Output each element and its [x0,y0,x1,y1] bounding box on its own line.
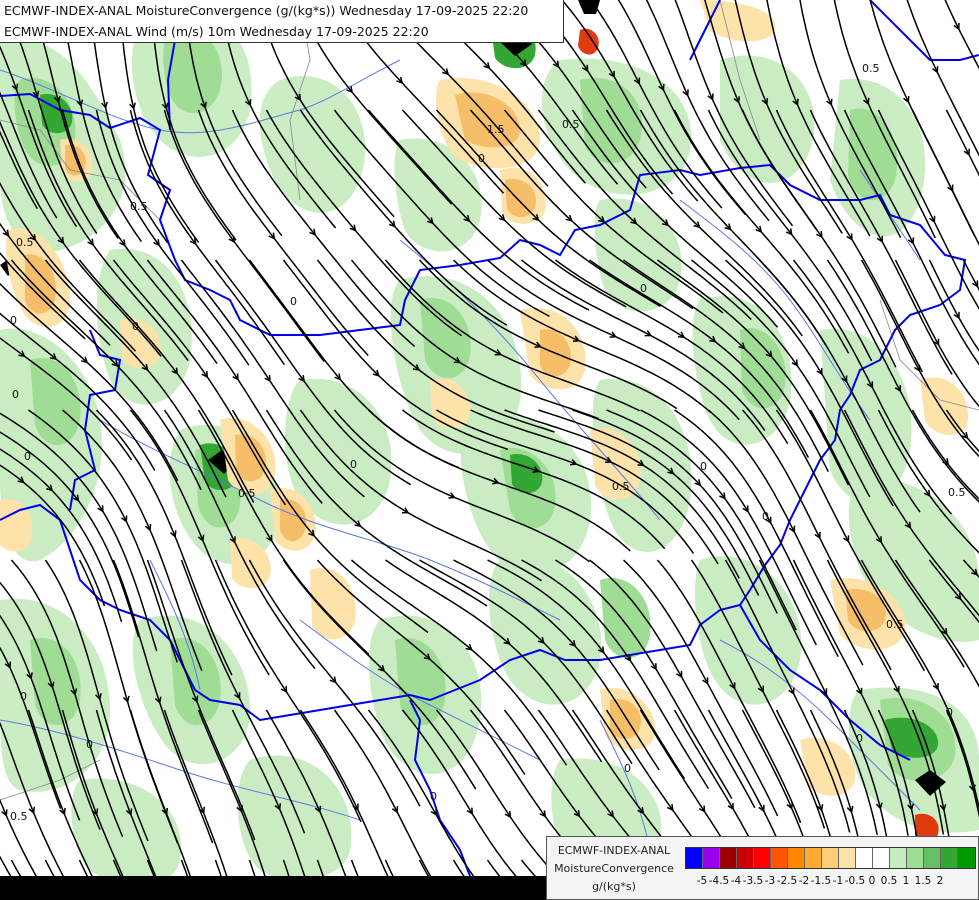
contour-label: 1.5 [487,123,505,136]
legend-tick-label: -4.5 [708,875,730,887]
contour-label: 0 [478,152,485,165]
legend-swatch [788,848,805,868]
legend-tick-label: -3.5 [742,875,764,887]
contour-label: 0 [290,295,297,308]
title-moisture-convergence: ECMWF-INDEX-ANAL MoistureConvergence (g/… [4,3,529,18]
legend-swatch [771,848,788,868]
legend-swatch [839,848,856,868]
legend-swatch [941,848,958,868]
legend-swatch [856,848,873,868]
map-canvas[interactable]: 1.5 0.5 0.5 0.5 0 0 0 0 0 0 0.5 0.5 0 0 0.5 0.5 0 0 0 0 0.5 0… [0,0,979,900]
legend-title-source: ECMWF-INDEX-ANAL [557,844,671,857]
legend-swatch [958,848,975,868]
contour-label: 0 [700,460,707,473]
contour-label: 0 [624,762,631,775]
legend-swatch [686,848,703,868]
legend-tick-label: 0.5 [880,875,898,887]
legend-swatch [890,848,907,868]
legend-tick-label: 1.5 [914,875,932,887]
contour-label: 0.5 [886,618,904,631]
legend-title-variable: MoistureConvergence [554,862,674,875]
legend-tick-label: -5 [696,875,708,887]
contour-label: 0 [856,732,863,745]
contour-label: 0 [640,282,647,295]
legend-color-bar [685,847,976,869]
legend-swatch [720,848,737,868]
contour-label: 0.5 [862,62,880,75]
bottom-black-strip [0,876,546,900]
legend-tick-label: -1.5 [810,875,832,887]
legend-tick-labels: -5 -4.5 -4 -3.5 -3 -2.5 -2 -1.5 -1 -0.5 0 0.5 1 1.5 2 [685,875,975,889]
legend-tick-label: 2 [936,875,944,887]
contour-label: 0 [762,510,769,523]
map-title-box: ECMWF-INDEX-ANAL MoistureConvergence (g/… [0,0,564,43]
title-wind: ECMWF-INDEX-ANAL Wind (m/s) 10m Wednesda… [4,24,429,39]
legend-swatch [924,848,941,868]
contour-label: 0.5 [10,810,28,823]
legend-swatch [737,848,754,868]
contour-label: 0.5 [238,487,256,500]
contour-label: 0 [10,314,17,327]
legend-tick-label: -0.5 [844,875,866,887]
contour-label: 0.5 [948,486,966,499]
contour-label: 0 [20,690,27,703]
legend-swatch [822,848,839,868]
contour-label: 0.5 [612,480,630,493]
legend-swatch [907,848,924,868]
contour-label: 0 [24,450,31,463]
contour-label: 0.5 [130,200,148,213]
legend-tick-label: -3 [764,875,776,887]
legend-swatch [754,848,771,868]
legend-tick-label: 1 [902,875,910,887]
legend-tick-label: 0 [868,875,876,887]
contour-label: 0 [430,790,437,803]
contour-label: 0.5 [562,118,580,131]
legend-swatch [873,848,890,868]
legend-units: g/(kg*s) [592,880,636,893]
legend-tick-label: -2.5 [776,875,798,887]
contour-label: 0 [350,458,357,471]
legend-tick-label: -2 [798,875,810,887]
legend-tick-label: -1 [832,875,844,887]
color-legend: ECMWF-INDEX-ANAL MoistureConvergence g/(… [546,836,979,900]
legend-swatch [703,848,720,868]
contour-label: 0 [946,706,953,719]
legend-swatch [805,848,822,868]
weather-map[interactable]: 1.5 0.5 0.5 0.5 0 0 0 0 0 0 0.5 0.5 0 0 0.5 0.5 0 0 0 0 0.5 0… [0,0,979,900]
contour-label: 0 [12,388,19,401]
contour-label: 0.5 [16,236,34,249]
legend-tick-label: -4 [730,875,742,887]
contour-label: 0 [86,738,93,751]
contour-label: 0 [132,320,139,333]
